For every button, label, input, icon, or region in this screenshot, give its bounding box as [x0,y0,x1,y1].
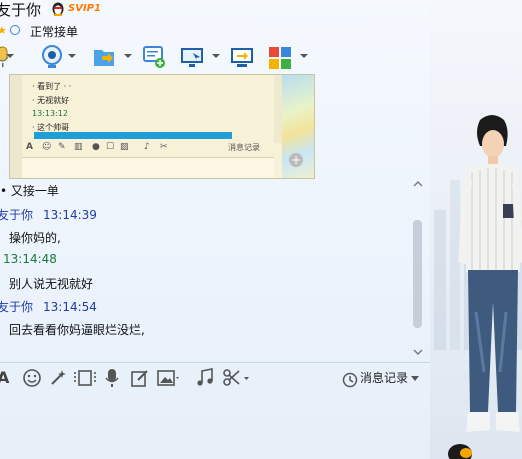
screenshot-history-label: 消息记录 [228,143,260,152]
new-chat-icon [143,46,165,68]
screenshot-toolbar: A ☺ ✎ ▥ ● ☐ ▨ ♪ ✂ 消息记录 [22,142,274,156]
screenshot-image-icon: ▨ [120,142,129,152]
screenshot-video-icon: ▥ [74,142,83,152]
scroll-down-icon[interactable] [412,348,424,356]
remote-screen-icon [181,48,203,67]
music-icon[interactable] [196,368,214,388]
message-header: 友于你 13:14:39 [0,206,97,223]
scrollbar-thumb[interactable] [413,220,422,328]
screenshot-input-area [22,157,274,178]
qq-penguin-icon [52,2,64,16]
message-list: • 又接一单 友于你 13:14:39 操你妈的, 13:14:48 别人说无视就… [0,178,412,358]
screenshot-edit-icon: ☐ [106,142,115,152]
svip-badge: SVIP1 [68,3,101,14]
message-text: 回去看看你妈逼眼烂没烂, [9,323,145,337]
status-text: 正常接单 [30,25,79,39]
chevron-down-icon[interactable] [411,376,419,382]
message-time: 13:14:54 [43,300,97,314]
message-text: 别人说无视就好 [9,277,94,291]
screenshot-left-strip [10,75,22,178]
voice-message-icon[interactable] [104,368,120,388]
remote-desktop-button[interactable] [180,44,220,72]
title-bar: 友于你 SVIP1 [0,0,430,20]
screenshot-plus-icon: + [289,153,303,167]
magic-wand-icon[interactable] [48,368,68,388]
window-title: 友于你 [0,1,42,19]
screenshot-line-2: · 无视就好 [32,96,70,105]
video-clip-icon[interactable] [74,368,96,388]
voice-call-button[interactable] [0,44,16,72]
sender-name[interactable]: 友于你 [0,300,33,314]
new-discussion-button[interactable] [142,44,168,72]
message-history-button[interactable]: 消息记录 [360,369,408,386]
screenshot-mic-icon: ● [92,142,100,152]
sender-name[interactable]: 友于你 [0,208,33,222]
screenshot-font-icon: A [26,142,33,152]
status-line: ★ 正常接单 [0,22,200,40]
screenshot-redaction-bar [34,132,232,139]
screenshot-magic-icon: ✎ [58,142,66,152]
screenshot-scrollbar [274,75,282,143]
apps-icon [269,47,291,69]
message-time: 13:14:39 [43,208,97,222]
input-toolbar: A 消息记录 [0,365,430,391]
edit-icon[interactable] [130,368,150,388]
font-icon[interactable]: A [0,368,9,388]
folder-transfer-icon [94,50,114,66]
share-screen-icon [231,48,253,67]
message-text: 操你妈的, [9,231,61,245]
message-time: 13:14:48 [3,252,57,266]
camera-icon [42,45,62,68]
image-icon[interactable] [156,368,182,388]
chat-window: 友于你 SVIP1 ★ 正常接单 · 看到了 · · · 无视就好 13:13:… [0,0,522,459]
share-screen-button[interactable] [230,44,256,72]
screenshot-emoji-icon: ☺ [42,142,52,152]
avatar-show-panel [430,0,522,459]
message-scrollbar[interactable] [412,178,424,358]
screenshot-music-icon: ♪ [144,142,150,152]
qq-pet-icon[interactable] [446,440,474,459]
avatar-character[interactable] [458,112,522,452]
emoji-icon[interactable] [22,368,42,388]
clock-icon[interactable] [342,370,358,390]
star-icon: ★ [0,24,7,37]
status-icon[interactable] [10,25,20,35]
message-header: 友于你 13:14:54 [0,298,97,315]
file-transfer-button[interactable] [92,44,132,72]
app-center-button[interactable] [268,44,308,72]
video-call-button[interactable] [40,44,76,72]
input-divider [0,362,430,363]
main-toolbar [0,42,310,74]
shared-screenshot-image[interactable]: · 看到了 · · · 无视就好 13:13:12 · 这个帅哥 A ☺ ✎ ▥… [9,74,315,179]
list-item: • 又接一单 [0,184,59,198]
screenshot-scissors-icon: ✂ [160,142,168,152]
screenshot-time: 13:13:12 [32,109,68,118]
scroll-up-icon[interactable] [412,180,424,188]
screenshot-line-1: · 看到了 · · [32,82,72,91]
screenshot-scissors-icon[interactable] [222,368,252,388]
